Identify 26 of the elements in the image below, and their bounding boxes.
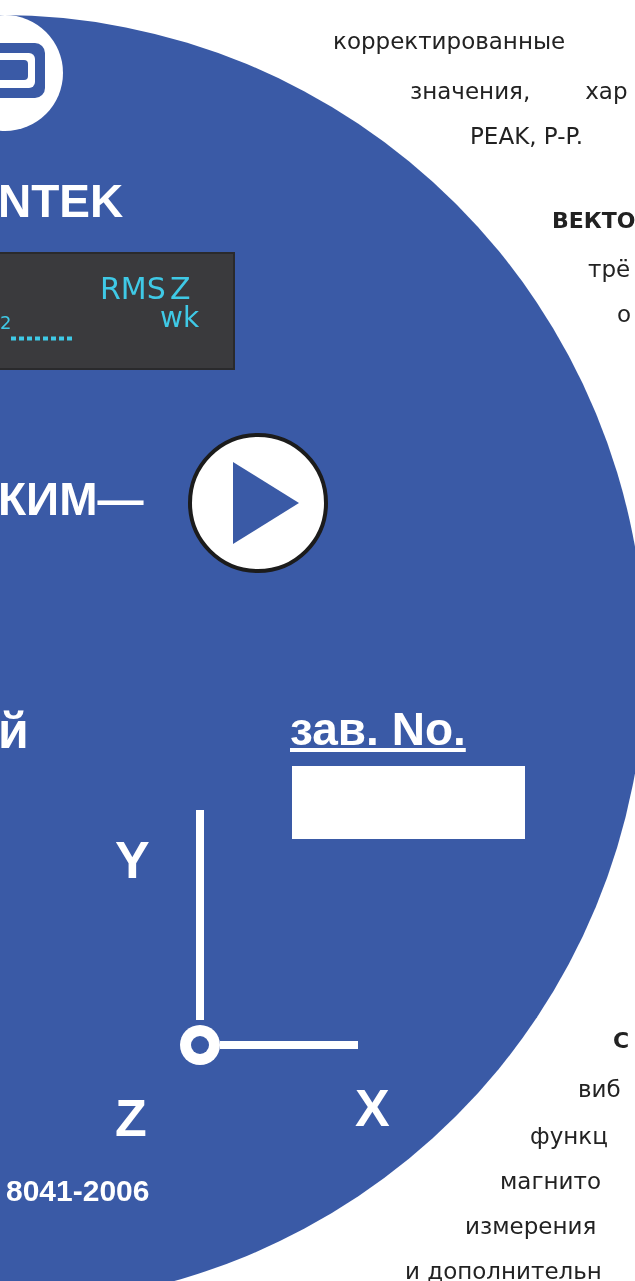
serial-label: зав. No. xyxy=(290,706,466,752)
paragraph-text: измерения xyxy=(465,1215,597,1238)
label-fragment: й xyxy=(0,706,29,756)
axis-label: X xyxy=(355,1082,390,1134)
brand-logo-text: NTEK xyxy=(0,178,124,224)
display-mode: RMS xyxy=(100,274,166,304)
paragraph-text: корректированные xyxy=(333,30,566,53)
heading-text: ВЕКТО xyxy=(552,210,635,232)
standard-label: 8041-2006 xyxy=(6,1176,150,1206)
axis-label: Z xyxy=(115,1092,147,1144)
paragraph-text: магнито xyxy=(500,1170,601,1193)
paragraph-text: о xyxy=(617,303,632,326)
heading-text: С xyxy=(613,1030,630,1052)
paragraph-text: трё xyxy=(588,258,631,281)
display-axis: Z xyxy=(170,274,191,304)
paragraph-text: функц xyxy=(530,1125,608,1148)
paragraph-text: значения, xyxy=(410,80,531,103)
axis-label: Y xyxy=(115,834,150,886)
paragraph-text: виб xyxy=(578,1078,621,1101)
display-digit: 2 xyxy=(0,314,12,332)
dotted-line-icon xyxy=(10,336,75,341)
paragraph-text: PEAK, P-P. xyxy=(470,125,584,148)
mode-label: КИМ— xyxy=(0,476,144,522)
paragraph-text: хар xyxy=(585,80,628,103)
display-weighting: wk xyxy=(160,304,200,332)
play-button-icon xyxy=(185,430,331,576)
